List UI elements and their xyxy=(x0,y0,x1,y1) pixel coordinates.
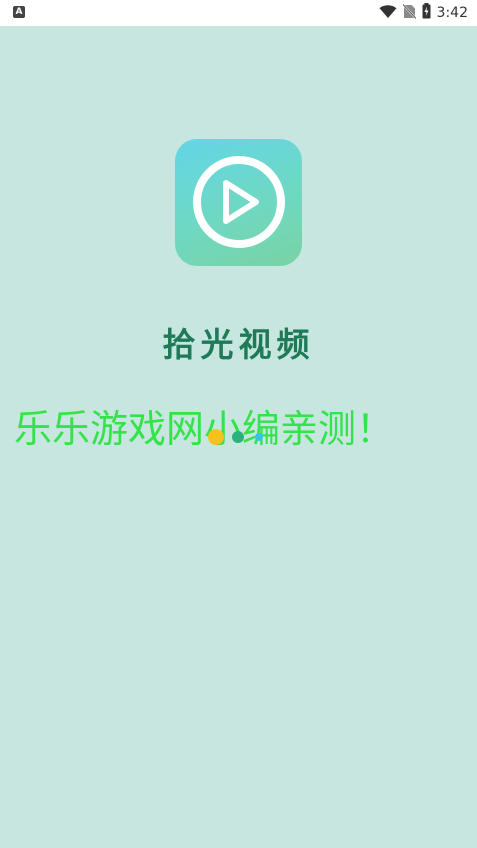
loading-dot xyxy=(208,429,224,445)
loading-indicator xyxy=(208,428,268,446)
loading-dot xyxy=(232,431,244,443)
notification-icon: A xyxy=(13,6,25,18)
app-name: 拾光视频 xyxy=(162,325,315,364)
battery-charging-icon xyxy=(422,3,431,23)
play-icon xyxy=(193,156,285,248)
app-logo xyxy=(175,139,302,266)
watermark-text: 乐乐游戏网小编亲测！ xyxy=(14,407,395,451)
loading-dot xyxy=(255,433,263,441)
no-sim-icon xyxy=(401,3,417,23)
wifi-icon xyxy=(379,4,397,23)
status-time: 3:42 xyxy=(436,5,468,21)
status-bar: A 3:42 xyxy=(0,0,477,26)
status-indicators: 3:42 xyxy=(379,0,468,26)
